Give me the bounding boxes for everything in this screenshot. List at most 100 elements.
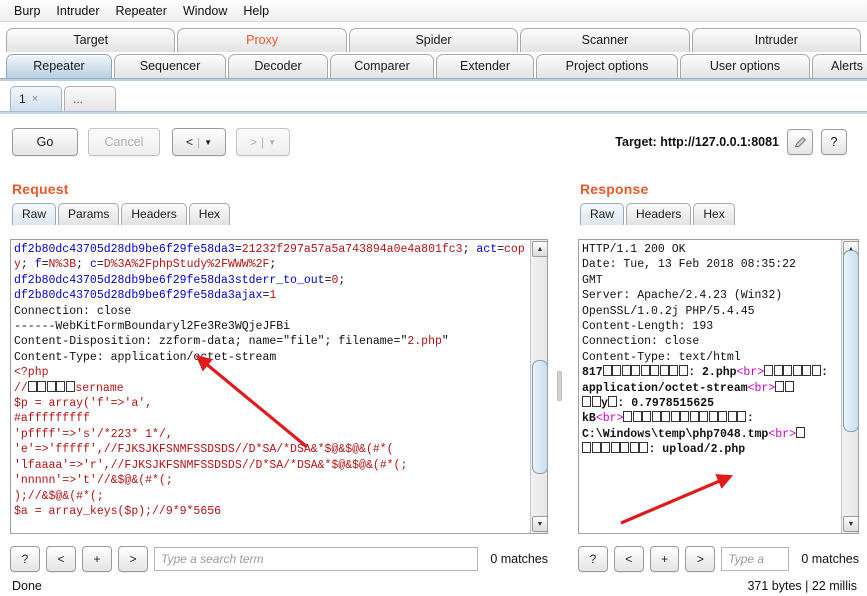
scrollbar-thumb[interactable] xyxy=(843,250,858,432)
go-button[interactable]: Go xyxy=(12,128,78,156)
tab-scanner[interactable]: Scanner xyxy=(520,28,690,52)
editor-line: Content-Type: application/octet-stream xyxy=(14,350,528,365)
help-button[interactable]: ? xyxy=(821,129,847,155)
request-tab-bar: Raw Params Headers Hex xyxy=(0,201,556,225)
editor-text: ; xyxy=(269,258,277,272)
editor-text: <br> xyxy=(747,381,776,395)
editor-text: : upload/2.php xyxy=(648,443,746,457)
unrenderable-glyph xyxy=(792,365,802,377)
forward-button[interactable]: > | ▼ xyxy=(236,128,290,156)
scroll-down-icon[interactable]: ▼ xyxy=(532,516,547,532)
unrenderable-glyph xyxy=(65,380,75,392)
tab-alerts[interactable]: Alerts xyxy=(812,54,867,78)
editor-text: = xyxy=(96,258,104,272)
menu-item-intruder[interactable]: Intruder xyxy=(48,2,107,20)
unrenderable-glyph xyxy=(37,380,47,392)
tab-project-options[interactable]: Project options xyxy=(536,54,678,78)
response-editor-wrap: HTTP/1.1 200 OK Date: Tue, 13 Feb 2018 08… xyxy=(578,239,859,534)
response-tab-hex[interactable]: Hex xyxy=(693,203,735,225)
response-scrollbar[interactable]: ▲ ▼ xyxy=(841,240,858,533)
editor-line: 817: 2.php<br>: xyxy=(582,365,839,380)
request-search-prev-button[interactable]: < xyxy=(46,546,76,572)
unrenderable-glyph xyxy=(802,365,812,377)
request-search-next-button[interactable]: > xyxy=(118,546,148,572)
editor-text: Connection: close xyxy=(14,304,132,318)
edit-target-button[interactable] xyxy=(787,129,813,155)
tab-comparer[interactable]: Comparer xyxy=(330,54,434,78)
menu-item-repeater[interactable]: Repeater xyxy=(108,2,175,20)
editor-line: // sername xyxy=(14,380,528,396)
tab-extender[interactable]: Extender xyxy=(436,54,534,78)
editor-text: <br> xyxy=(768,427,796,441)
editor-text: Content-Type: text/html xyxy=(582,350,741,364)
editor-text: kB xyxy=(582,412,596,426)
response-tab-raw[interactable]: Raw xyxy=(580,203,625,225)
repeater-tab-1[interactable]: 1 × xyxy=(10,86,62,111)
unrenderable-glyph xyxy=(591,396,601,408)
unrenderable-glyph xyxy=(582,442,591,454)
tab-target[interactable]: Target xyxy=(6,28,176,52)
tab-decoder[interactable]: Decoder xyxy=(228,54,328,78)
request-scrollbar[interactable]: ▲ ▼ xyxy=(530,240,547,533)
tab-user-options[interactable]: User options xyxy=(680,54,810,78)
unrenderable-glyph xyxy=(639,442,648,454)
request-match-count: 0 matches xyxy=(490,552,548,566)
request-tab-raw[interactable]: Raw xyxy=(12,203,57,225)
editor-line: Content-Length: 193 xyxy=(582,319,839,334)
unrenderable-glyph xyxy=(46,380,56,392)
editor-text: #afffffffff xyxy=(14,412,90,426)
cancel-button[interactable]: Cancel xyxy=(88,128,160,156)
menu-item-burp[interactable]: Burp xyxy=(6,2,48,20)
response-search-add-button[interactable]: + xyxy=(649,546,680,572)
unrenderable-glyph xyxy=(795,426,805,438)
request-editor[interactable]: df2b80dc43705d28db9be6f29fe58da3=21232f2… xyxy=(11,240,531,533)
scroll-down-icon[interactable]: ▼ xyxy=(843,516,858,532)
unrenderable-glyph xyxy=(784,380,794,392)
back-button[interactable]: < | ▼ xyxy=(172,128,226,156)
editor-line: df2b80dc43705d28db9be6f29fe58da3ajax=1 xyxy=(14,288,528,303)
chevron-down-icon: ▼ xyxy=(268,137,277,147)
editor-panes: Request Raw Params Headers Hex df2b80dc4… xyxy=(0,173,867,596)
unrenderable-glyph xyxy=(601,442,610,454)
response-editor[interactable]: HTTP/1.1 200 OK Date: Tue, 13 Feb 2018 08… xyxy=(579,240,842,533)
request-search-add-button[interactable]: + xyxy=(82,546,112,572)
scroll-up-icon[interactable]: ▲ xyxy=(532,241,547,257)
tab-proxy[interactable]: Proxy xyxy=(177,28,347,52)
unrenderable-glyph xyxy=(620,442,629,454)
editor-text: Content-Type: application/octet-stream xyxy=(14,350,277,364)
request-search-input[interactable]: Type a search term xyxy=(154,547,479,571)
response-search-next-button[interactable]: > xyxy=(685,546,716,572)
request-tab-params[interactable]: Params xyxy=(58,203,120,225)
request-tab-headers[interactable]: Headers xyxy=(121,203,187,225)
editor-text: $p = array('f'=>'a', xyxy=(14,397,153,411)
response-search-input[interactable]: Type a xyxy=(721,547,790,571)
response-tab-headers[interactable]: Headers xyxy=(626,203,692,225)
editor-text: " xyxy=(441,335,449,349)
response-search-help-button[interactable]: ? xyxy=(578,546,608,572)
response-size-label: 371 bytes | 22 millis xyxy=(747,579,857,593)
response-search-prev-button[interactable]: < xyxy=(613,546,644,572)
close-icon[interactable]: × xyxy=(32,93,38,105)
menu-item-help[interactable]: Help xyxy=(235,2,277,20)
editor-line: $p = array('f'=>'a', xyxy=(14,396,528,411)
request-search-bar: ? < + > Type a search term 0 matches xyxy=(10,544,548,574)
request-tab-hex[interactable]: Hex xyxy=(188,203,231,225)
tab-sequencer[interactable]: Sequencer xyxy=(114,54,226,78)
repeater-tab-new[interactable]: ... xyxy=(64,86,116,111)
tab-intruder[interactable]: Intruder xyxy=(691,28,862,52)
menu-item-window[interactable]: Window xyxy=(175,2,235,20)
request-search-help-button[interactable]: ? xyxy=(10,546,40,572)
editor-text: OpenSSL/1.0.2j PHP/5.4.45 xyxy=(582,304,755,318)
unrenderable-glyph xyxy=(727,411,737,423)
editor-text: 'pffff'=>'s'/*223* 1*/, xyxy=(14,427,173,441)
editor-line: 'e'=>'fffff',//FJKSJKFSNMFSSDSDS//D*SA/*… xyxy=(14,442,528,457)
tab-spider[interactable]: Spider xyxy=(348,28,519,52)
editor-text: <?php xyxy=(14,366,49,380)
editor-line: y: 0.7978515625 xyxy=(582,396,839,411)
request-editor-wrap: df2b80dc43705d28db9be6f29fe58da3=21232f2… xyxy=(10,239,548,534)
unrenderable-glyph xyxy=(651,411,661,423)
unrenderable-glyph xyxy=(631,365,641,377)
scrollbar-thumb[interactable] xyxy=(532,360,547,474)
tab-repeater[interactable]: Repeater xyxy=(6,54,112,78)
unrenderable-glyph xyxy=(610,442,620,454)
